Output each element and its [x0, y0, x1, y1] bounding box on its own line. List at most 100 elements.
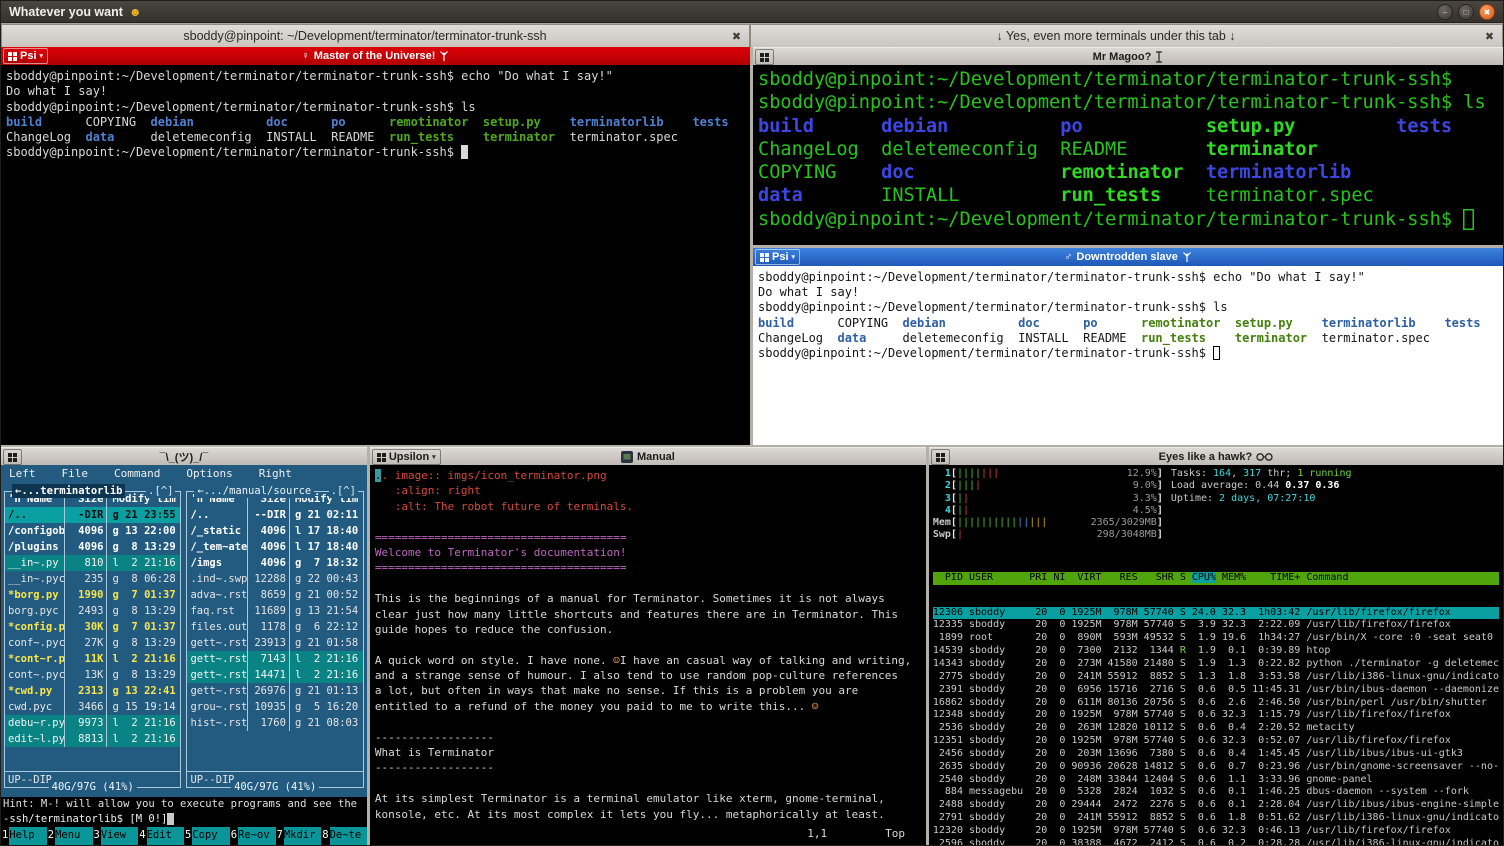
file-row[interactable]: /_static4096l 17 18:40 [187, 523, 362, 539]
titlebar-mc[interactable]: ¯\_(ツ)_/¯ [1, 447, 367, 465]
file-row[interactable]: __in~.pyc235g 8 06:28 [5, 571, 180, 587]
process-row[interactable]: 2775 sboddy 20 0 241M 55912 8852 S 1.3 1… [933, 671, 1499, 684]
group-button-psi[interactable]: Psi ▾ [3, 48, 48, 64]
mc-right-path[interactable]: ←.../manual/source [194, 484, 314, 498]
process-row[interactable]: 2635 sboddy 20 0 90936 20628 14812 S 0.6… [933, 761, 1499, 774]
file-row[interactable]: *cwd.py2313g 13 22:41 [5, 683, 180, 699]
mc-left-panel[interactable]: ←...terminatorlib .[^] 'n Name Size Modi… [4, 491, 181, 788]
group-button-magoo[interactable] [755, 49, 774, 65]
fkey-2[interactable]: 2Menu [47, 827, 93, 845]
terminal-line: Do what I say! [6, 84, 745, 99]
fkey-1[interactable]: 1Help [1, 827, 47, 845]
file-row[interactable]: conf~.pyc27Kg 8 13:29 [5, 635, 180, 651]
fkey-4[interactable]: 4Edit [138, 827, 184, 845]
htop-table-header[interactable]: PID USER PRI NI VIRT RES SHR S CPU% MEM%… [933, 572, 1499, 585]
tab-left-close-icon[interactable]: ✖ [728, 30, 745, 43]
mc-right-panel[interactable]: ←.../manual/source .[^] 'n Name Size Mod… [186, 491, 363, 788]
terminal-screen-magoo[interactable]: sboddy@pinpoint:~/Development/terminator… [753, 65, 1503, 245]
fkey-5[interactable]: 5Copy [184, 827, 230, 845]
close-button[interactable]: ✖ [1479, 4, 1495, 20]
menu-item[interactable]: Command [114, 465, 160, 482]
file-row[interactable]: gett~.rst14471l 2 21:16 [187, 667, 362, 683]
vim-screen[interactable]: .. image:: imgs/icon_terminator.png :ali… [370, 465, 926, 845]
titlebar-master[interactable]: Psi ▾ ♀ Master of the Universe! [1, 47, 750, 65]
file-row[interactable]: /imgs4096g 7 18:32 [187, 555, 362, 571]
process-row[interactable]: 2391 sboddy 20 0 6956 15716 2716 S 0.6 0… [933, 684, 1499, 697]
terminal-screen-slave[interactable]: sboddy@pinpoint:~/Development/terminator… [753, 266, 1503, 445]
file-row[interactable]: /..--DIRg 21 02:11 [187, 507, 362, 523]
fkey-8[interactable]: 8De~te [321, 827, 367, 845]
fkey-7[interactable]: 7Mkdir [276, 827, 322, 845]
process-row[interactable]: 12335 sboddy 20 0 1925M 978M 57740 S 3.9… [933, 619, 1499, 632]
file-row[interactable]: debu~r.py9973l 2 21:16 [5, 715, 180, 731]
file-row[interactable]: __in~.py810l 2 21:16 [5, 555, 180, 571]
process-row[interactable]: 2791 sboddy 20 0 241M 55912 8852 S 0.6 1… [933, 812, 1499, 825]
file-row[interactable]: gett~.rst26976g 21 01:13 [187, 683, 362, 699]
maximize-button[interactable]: □ [1458, 4, 1474, 20]
file-row[interactable]: cont~.pyc13Kg 8 13:29 [5, 667, 180, 683]
terminal-screen-master[interactable]: sboddy@pinpoint:~/Development/terminator… [1, 65, 750, 445]
minimize-button[interactable]: – [1437, 4, 1453, 20]
group-button-htop[interactable] [931, 449, 950, 465]
file-row[interactable]: *borg.py1990g 7 01:37 [5, 587, 180, 603]
titlebar-slave[interactable]: Psi ▾ ♂ Downtrodden slave [753, 248, 1503, 266]
file-row[interactable]: files.out1178g 6 22:12 [187, 619, 362, 635]
process-row[interactable]: 12320 sboddy 20 0 1925M 978M 57740 S 0.6… [933, 825, 1499, 838]
tab-right-close-icon[interactable]: ✖ [1481, 30, 1498, 43]
file-row[interactable]: *cont~r.py11Kl 2 21:16 [5, 651, 180, 667]
file-row[interactable]: borg.pyc2493g 8 13:29 [5, 603, 180, 619]
process-row[interactable]: 884 messagebu 20 0 5328 2824 1032 S 0.6 … [933, 786, 1499, 799]
process-row[interactable]: 12306 sboddy 20 0 1925M 978M 57740 S 24.… [933, 607, 1499, 620]
fkey-6[interactable]: 6Re~ov [230, 827, 276, 845]
terminal-line: ChangeLog data deletemeconfig INSTALL RE… [758, 331, 1498, 346]
process-row[interactable]: 12351 sboddy 20 0 1925M 978M 57740 S 0.6… [933, 735, 1499, 748]
tab-left[interactable]: sboddy@pinpoint: ~/Development/terminato… [1, 24, 750, 47]
process-row[interactable]: 16862 sboddy 20 0 611M 80136 20756 S 0.6… [933, 697, 1499, 710]
file-row[interactable]: cwd.pyc3466g 15 19:14 [5, 699, 180, 715]
fkey-3[interactable]: 3View [93, 827, 139, 845]
titlebar-magoo[interactable]: Mr Magoo? [753, 47, 1503, 65]
titlebar-htop[interactable]: Eyes like a hawk? [929, 447, 1503, 465]
htop-screen[interactable]: 1[|||||||12.9%] 2[||||9.0%] 3[||3.3%] 4[… [929, 465, 1503, 845]
file-row[interactable]: /configobj4096g 13 22:00 [5, 523, 180, 539]
group-button-psi[interactable]: Psi ▾ [755, 249, 800, 265]
file-row[interactable]: edit~l.py8813l 2 21:16 [5, 731, 180, 747]
window-titlebar[interactable]: Whatever you want ☻ – □ ✖ [1, 1, 1503, 23]
process-row[interactable]: 2596 sboddy 20 0 38388 4672 2412 S 0.6 0… [933, 838, 1499, 845]
process-row[interactable]: 1899 root 20 0 890M 593M 49532 S 1.9 19.… [933, 632, 1499, 645]
mc-function-keys: 1Help2Menu3View4Edit5Copy6Re~ov7Mkdir8De… [1, 827, 367, 845]
group-grid-icon [760, 253, 769, 262]
file-row[interactable]: *config.py30Kg 7 01:37 [5, 619, 180, 635]
mc-panel-corner: .[^] [146, 484, 175, 498]
process-row[interactable]: 14343 sboddy 20 0 273M 41580 21480 S 1.9… [933, 658, 1499, 671]
menu-item[interactable]: Options [186, 465, 232, 482]
file-row[interactable]: /_tem~ates4096l 17 18:40 [187, 539, 362, 555]
group-button-mc[interactable] [3, 449, 22, 465]
menu-item[interactable]: Right [259, 465, 292, 482]
file-row[interactable]: gett~.rst7143l 2 21:16 [187, 651, 362, 667]
file-row[interactable]: .ind~.swp12288g 22 00:43 [187, 571, 362, 587]
mc-left-path[interactable]: ←...terminatorlib [12, 484, 125, 498]
process-row[interactable]: 2456 sboddy 20 0 203M 13696 7380 S 0.6 0… [933, 748, 1499, 761]
process-row[interactable]: 2540 sboddy 20 0 248M 33844 12404 S 0.6 … [933, 774, 1499, 787]
terminal-line: entitled to a refund of the money you pa… [375, 699, 921, 714]
process-row[interactable]: 2536 sboddy 20 0 263M 12820 10112 S 0.6 … [933, 722, 1499, 735]
file-row[interactable]: hist~.rst1760g 21 08:03 [187, 715, 362, 731]
tab-right[interactable]: ↓ Yes, even more terminals under this ta… [750, 24, 1503, 47]
menu-item[interactable]: Left [9, 465, 36, 482]
file-row[interactable]: faq.rst11689g 13 21:54 [187, 603, 362, 619]
process-row[interactable]: 14539 sboddy 20 0 7300 2132 1344 R 1.9 0… [933, 645, 1499, 658]
menu-item[interactable]: File [62, 465, 89, 482]
spectacles-icon [1256, 452, 1273, 462]
mc-command-line[interactable]: -ssh/terminatorlib$ [M 0!] [1, 812, 367, 827]
file-row[interactable]: /..-DIRg 21 23:55 [5, 507, 180, 523]
titlebar-vim[interactable]: Upsilon ▾ Manual [370, 447, 926, 465]
midnight-commander-screen[interactable]: Left File Command Options Right ←...terminat… [1, 465, 367, 845]
file-row[interactable]: gett~.rst23913g 21 01:58 [187, 635, 362, 651]
file-row[interactable]: grou~.rst10935g 5 16:20 [187, 699, 362, 715]
group-button-upsilon[interactable]: Upsilon ▾ [372, 449, 441, 465]
file-row[interactable]: adva~.rst8659g 21 00:52 [187, 587, 362, 603]
process-row[interactable]: 2488 sboddy 20 0 29444 2472 2276 S 0.6 0… [933, 799, 1499, 812]
file-row[interactable]: /plugins4096g 8 13:29 [5, 539, 180, 555]
process-row[interactable]: 12348 sboddy 20 0 1925M 978M 57740 S 0.6… [933, 709, 1499, 722]
